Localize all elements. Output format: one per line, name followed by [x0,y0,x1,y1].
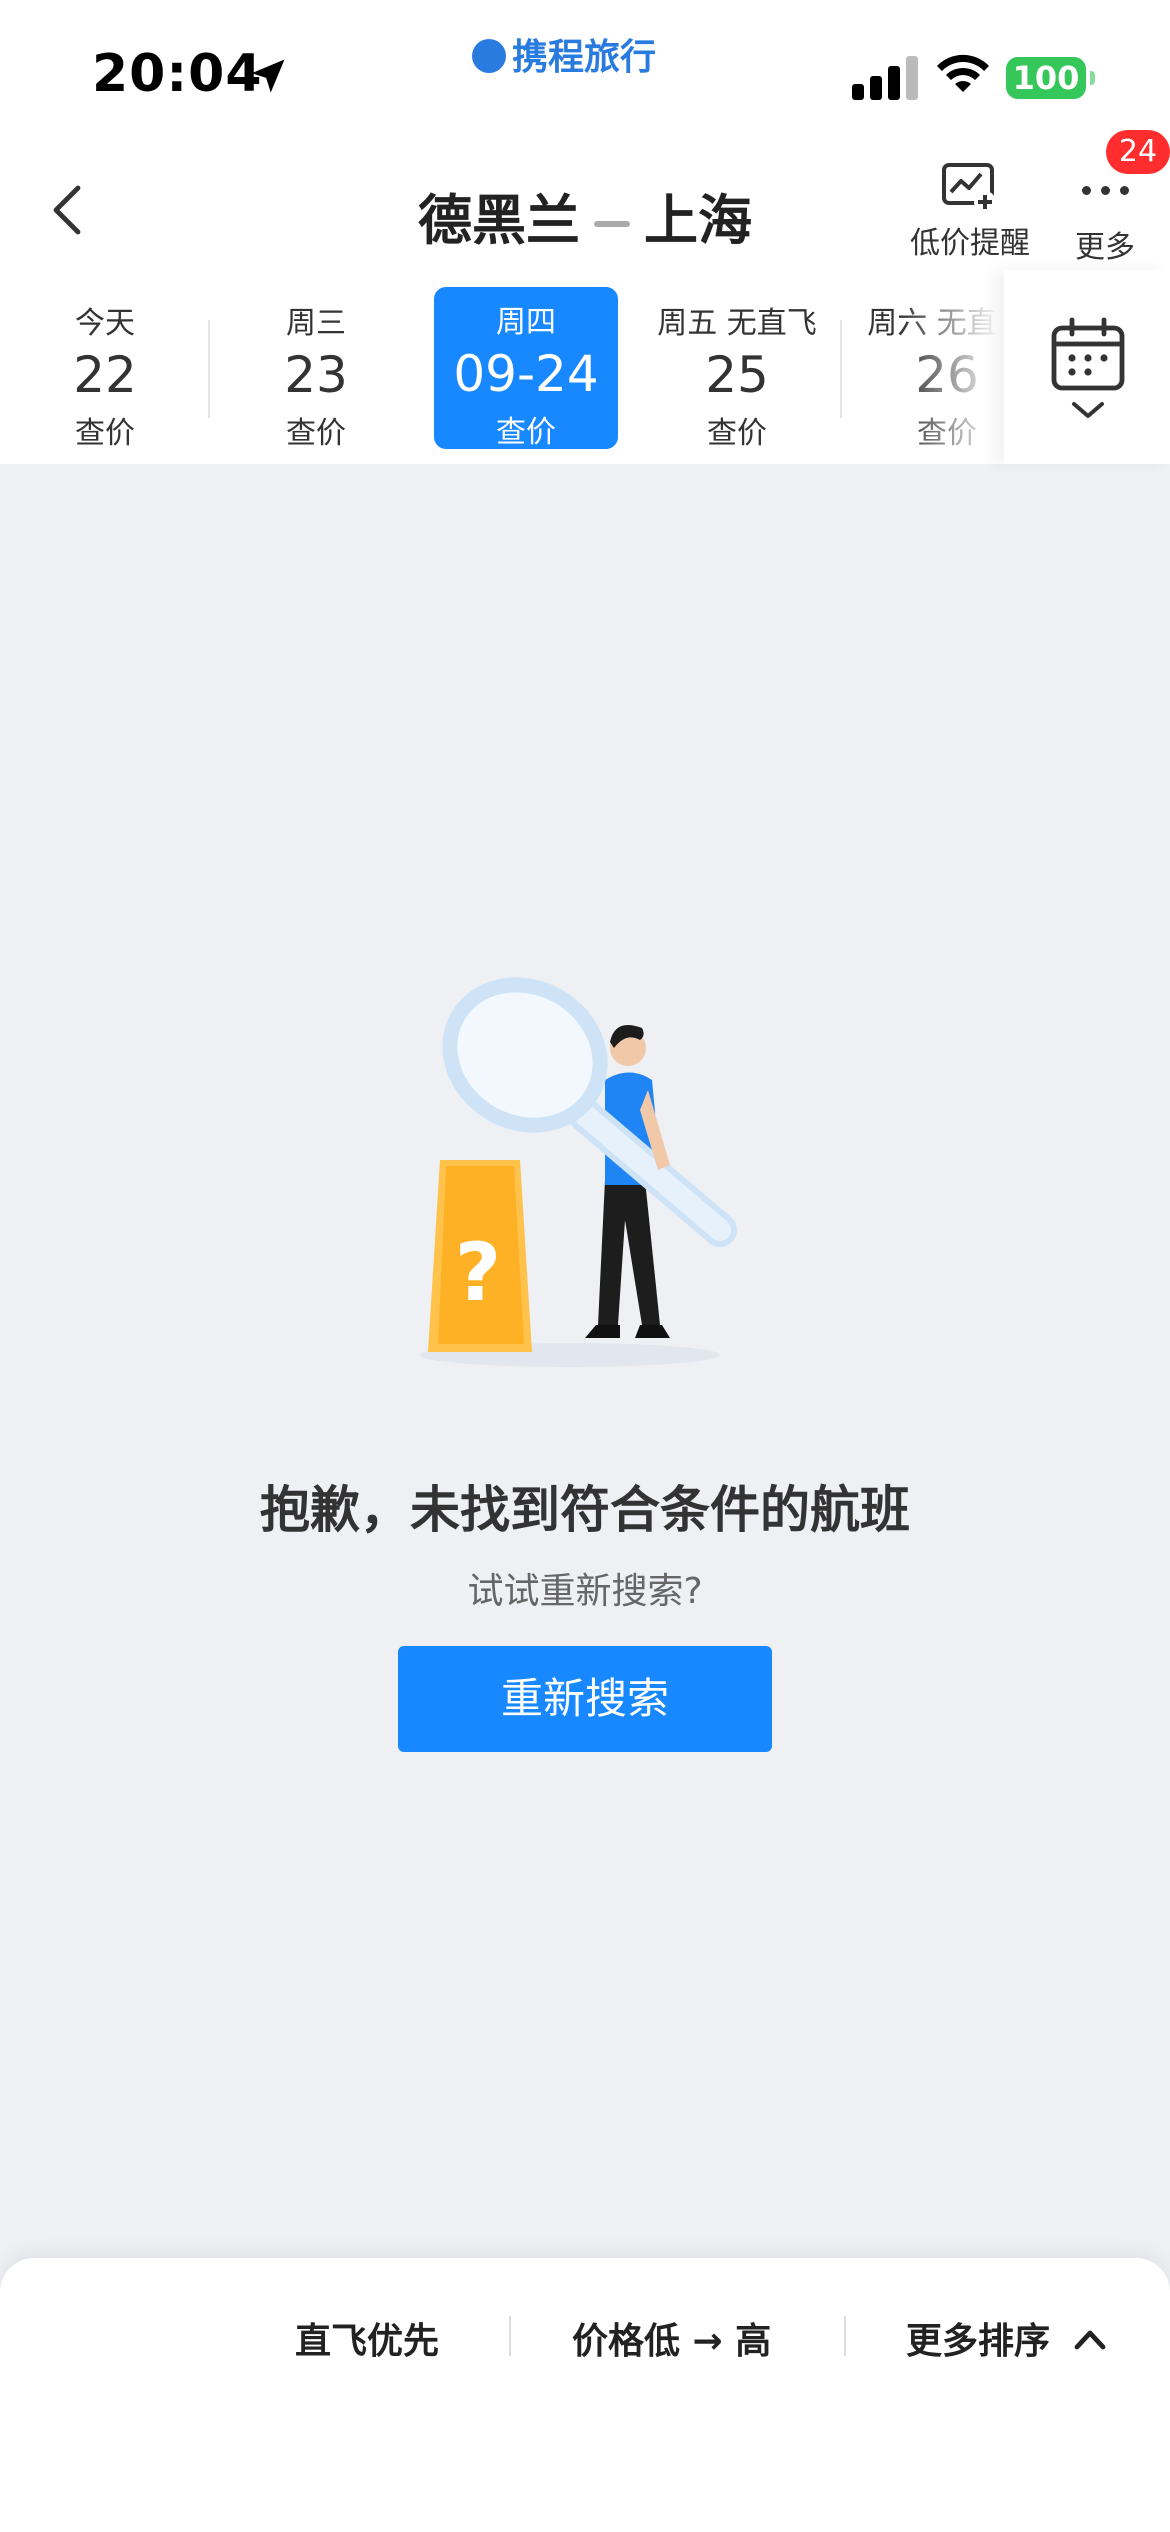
date-weekday: 周三 [286,306,346,341]
date-divider [840,320,842,418]
carrier-label: 携程旅行 [472,28,656,80]
retry-search-button[interactable]: 重新搜索 [398,1646,772,1752]
date-price: 查价 [496,415,556,450]
date-price: 查价 [75,416,135,451]
route-separator-icon [594,221,630,228]
date-weekday: 周五 无直飞 [657,306,817,341]
price-alert-label: 低价提醒 [910,226,1030,261]
empty-state-title: 抱歉，未找到符合条件的航班 [260,1481,910,1539]
destination-city: 上海 [644,189,752,252]
date-price: 查价 [707,416,767,451]
date-item-today[interactable]: 今天 22 查价 [15,288,195,451]
date-day: 23 [284,346,348,404]
date-item-fri[interactable]: 周五 无直飞 25 查价 [647,288,827,451]
date-weekday: 周四 [496,305,556,340]
ctrip-logo-icon [472,39,506,73]
sort-more-button[interactable]: 更多排序 [906,2312,1107,2364]
calendar-icon[interactable] [1048,316,1128,426]
date-weekday: 今天 [75,306,135,341]
date-day: 25 [705,346,769,404]
more-label: 更多 [1075,230,1135,265]
notification-badge: 24 [1106,130,1170,174]
sort-more-label: 更多排序 [906,2321,1051,2362]
chevron-up-icon [1074,2330,1105,2350]
sort-price-low-high[interactable]: 价格低 → 高 [572,2312,771,2364]
status-time: 20:04 [92,44,263,104]
location-arrow-icon [251,59,285,93]
sort-divider [844,2316,846,2356]
svg-text:?: ? [455,1226,501,1319]
sort-divider [509,2316,511,2356]
wifi-icon [937,54,989,92]
status-bar: 20:04 携程旅行 100 [0,0,1170,140]
price-alert-button[interactable]: 低价提醒 [905,162,1035,262]
signal-icon [852,56,918,100]
sort-bar: 直飞优先 价格低 → 高 更多排序 [0,2258,1170,2532]
date-item-wed[interactable]: 周三 23 查价 [226,288,406,451]
date-day: 22 [73,346,137,404]
nav-header: 德黑兰 上海 低价提醒 更多 [0,140,1170,270]
more-button[interactable]: 更多 [1060,162,1150,266]
carrier-name: 携程旅行 [512,37,657,78]
no-results-illustration: ? [420,977,737,1367]
battery-indicator: 100 [1006,57,1095,99]
date-price: 查价 [286,416,346,451]
date-strip: 今天 22 查价 周三 23 查价 周四 09-24 查价 周五 无直飞 25 … [0,270,1170,464]
date-divider [208,320,210,418]
sort-direct-first[interactable]: 直飞优先 [295,2312,439,2364]
empty-state-subtitle: 试试重新搜索? [467,1571,703,1612]
origin-city: 德黑兰 [418,189,580,252]
price-alert-chart-icon [942,163,996,213]
date-day: 09-24 [453,345,599,403]
date-item-selected[interactable]: 周四 09-24 查价 [434,287,618,450]
